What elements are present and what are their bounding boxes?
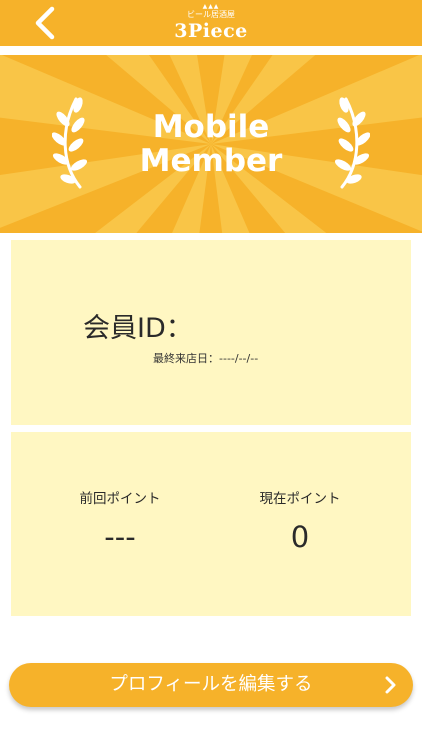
banner-title-line1: Mobile <box>152 109 270 145</box>
banner-title: Mobile Member <box>0 110 422 178</box>
current-points: 現在ポイント 0 <box>225 490 375 554</box>
brand-logo: ▲▲▲ ビール居酒屋 3Piece <box>166 4 256 44</box>
logo-subtitle: ビール居酒屋 <box>187 10 235 19</box>
app-header: ▲▲▲ ビール居酒屋 3Piece <box>0 0 422 46</box>
member-id-card: 会員ID： 最終来店日：----/--/-- <box>11 240 411 425</box>
previous-points: 前回ポイント --- <box>45 490 195 554</box>
chevron-left-icon <box>35 6 55 40</box>
current-points-label: 現在ポイント <box>259 491 341 507</box>
member-id-label: 会員ID： <box>83 313 193 344</box>
edit-profile-button[interactable]: プロフィールを編集する <box>9 663 413 707</box>
mobile-member-banner: Mobile Member <box>0 55 422 233</box>
logo-title: 3Piece <box>174 20 248 42</box>
chevron-right-icon <box>385 676 396 694</box>
current-points-value: 0 <box>290 520 310 554</box>
previous-points-label: 前回ポイント <box>79 491 161 507</box>
back-button[interactable] <box>30 5 60 41</box>
banner-title-line2: Member <box>139 143 283 179</box>
last-visit-date: 最終来店日：----/--/-- <box>153 352 259 365</box>
edit-profile-label: プロフィールを編集する <box>109 674 313 695</box>
points-card: 前回ポイント --- 現在ポイント 0 <box>11 432 411 616</box>
previous-points-value: --- <box>104 520 136 554</box>
